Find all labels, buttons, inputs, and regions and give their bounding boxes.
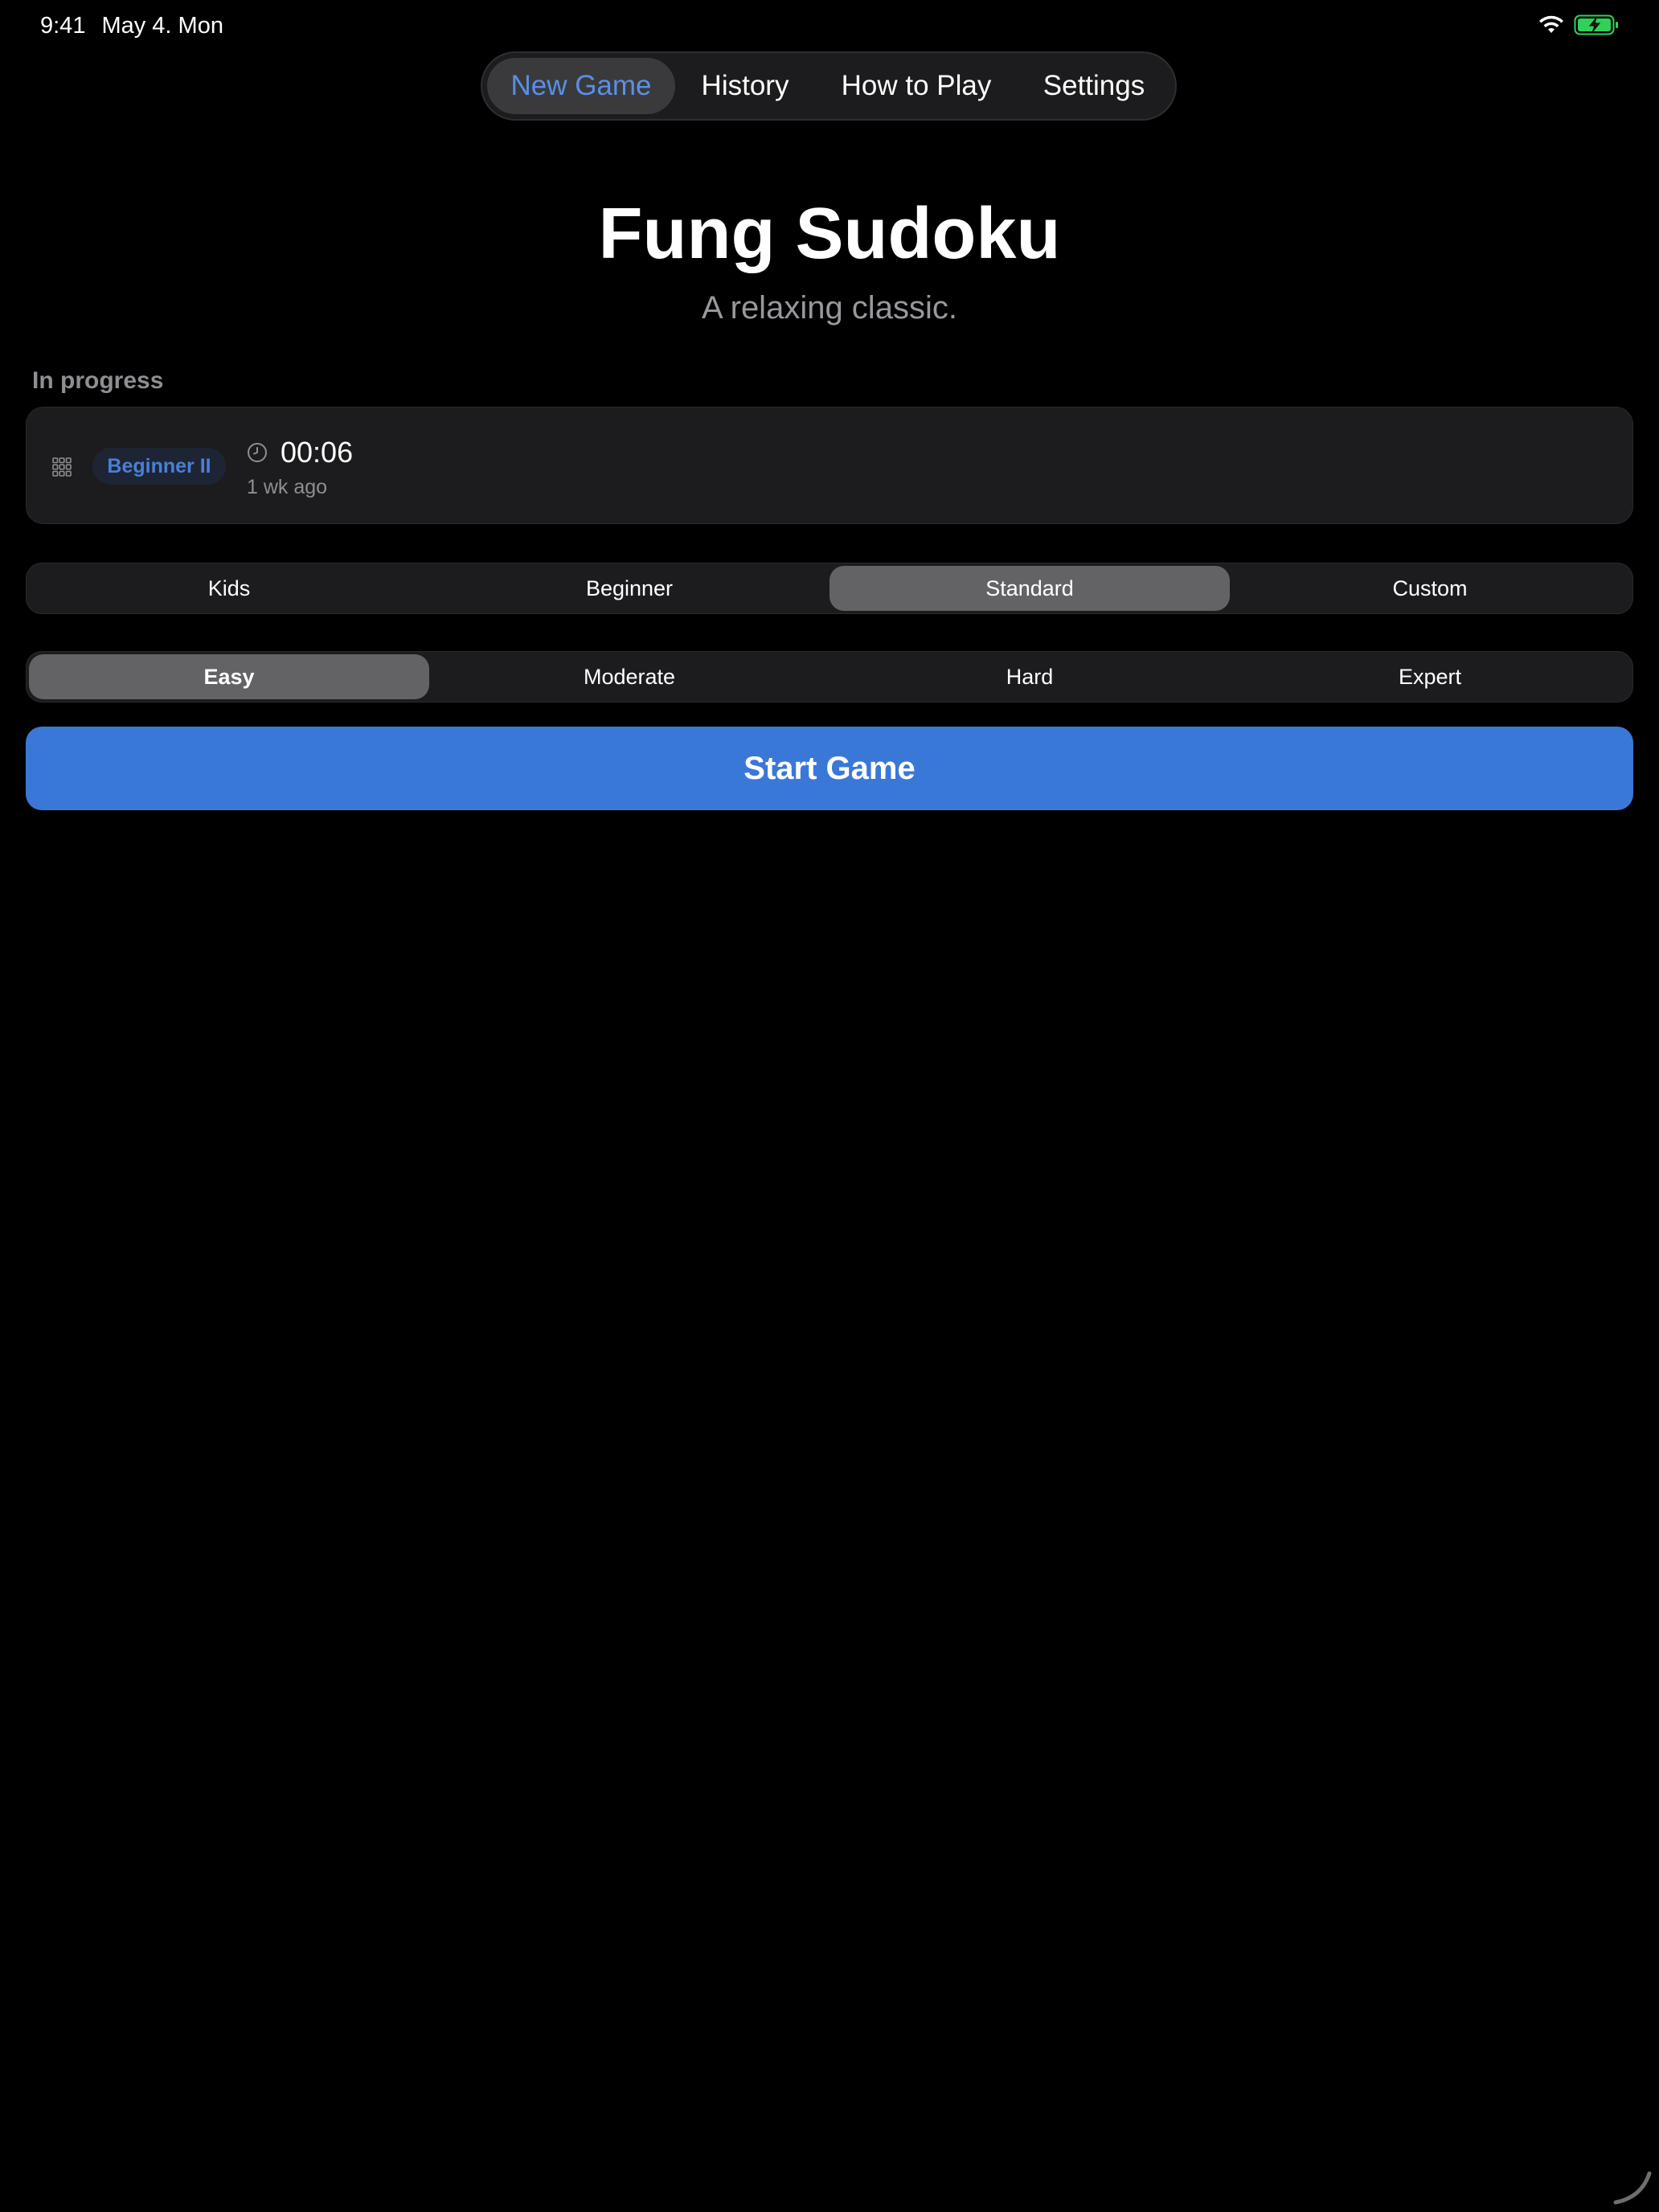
level-badge: Beginner II (92, 448, 226, 485)
last-played: 1 wk ago (247, 476, 328, 498)
clock-icon (247, 442, 268, 463)
difficulty-moderate[interactable]: Moderate (429, 654, 830, 699)
tab-new-game[interactable]: New Game (487, 58, 675, 114)
tab-how-to-play[interactable]: How to Play (815, 58, 1018, 114)
wifi-icon (1538, 15, 1564, 35)
difficulty-expert[interactable]: Expert (1230, 654, 1630, 699)
game-type-selector: Kids Beginner Standard Custom (26, 563, 1633, 614)
game-type-standard[interactable]: Standard (830, 566, 1230, 611)
status-time: 9:41 (40, 13, 86, 39)
difficulty-easy[interactable]: Easy (29, 654, 429, 699)
start-game-button[interactable]: Start Game (26, 727, 1633, 810)
corner-indicator (1609, 2162, 1654, 2207)
tab-history[interactable]: History (675, 58, 815, 114)
tab-settings[interactable]: Settings (1018, 58, 1170, 114)
game-type-beginner[interactable]: Beginner (429, 566, 830, 611)
game-type-kids[interactable]: Kids (29, 566, 429, 611)
in-progress-game-card[interactable]: Beginner II 00:06 1 wk ago (26, 407, 1633, 524)
battery-charging-icon (1574, 14, 1619, 35)
difficulty-selector: Easy Moderate Hard Expert (26, 651, 1633, 703)
difficulty-hard[interactable]: Hard (830, 654, 1230, 699)
grid-icon (52, 457, 72, 477)
app-title: Fung Sudoku (598, 194, 1061, 274)
status-bar-time: 9:41 May 4. Mon (40, 11, 223, 40)
game-type-custom[interactable]: Custom (1230, 566, 1630, 611)
in-progress-label: In progress (32, 367, 164, 394)
status-date: May 4. Mon (101, 13, 223, 39)
elapsed-time: 00:06 (281, 436, 354, 469)
top-nav: New Game History How to Play Settings (481, 51, 1177, 121)
app-subtitle: A relaxing classic. (702, 290, 957, 326)
status-icons (1538, 14, 1619, 35)
